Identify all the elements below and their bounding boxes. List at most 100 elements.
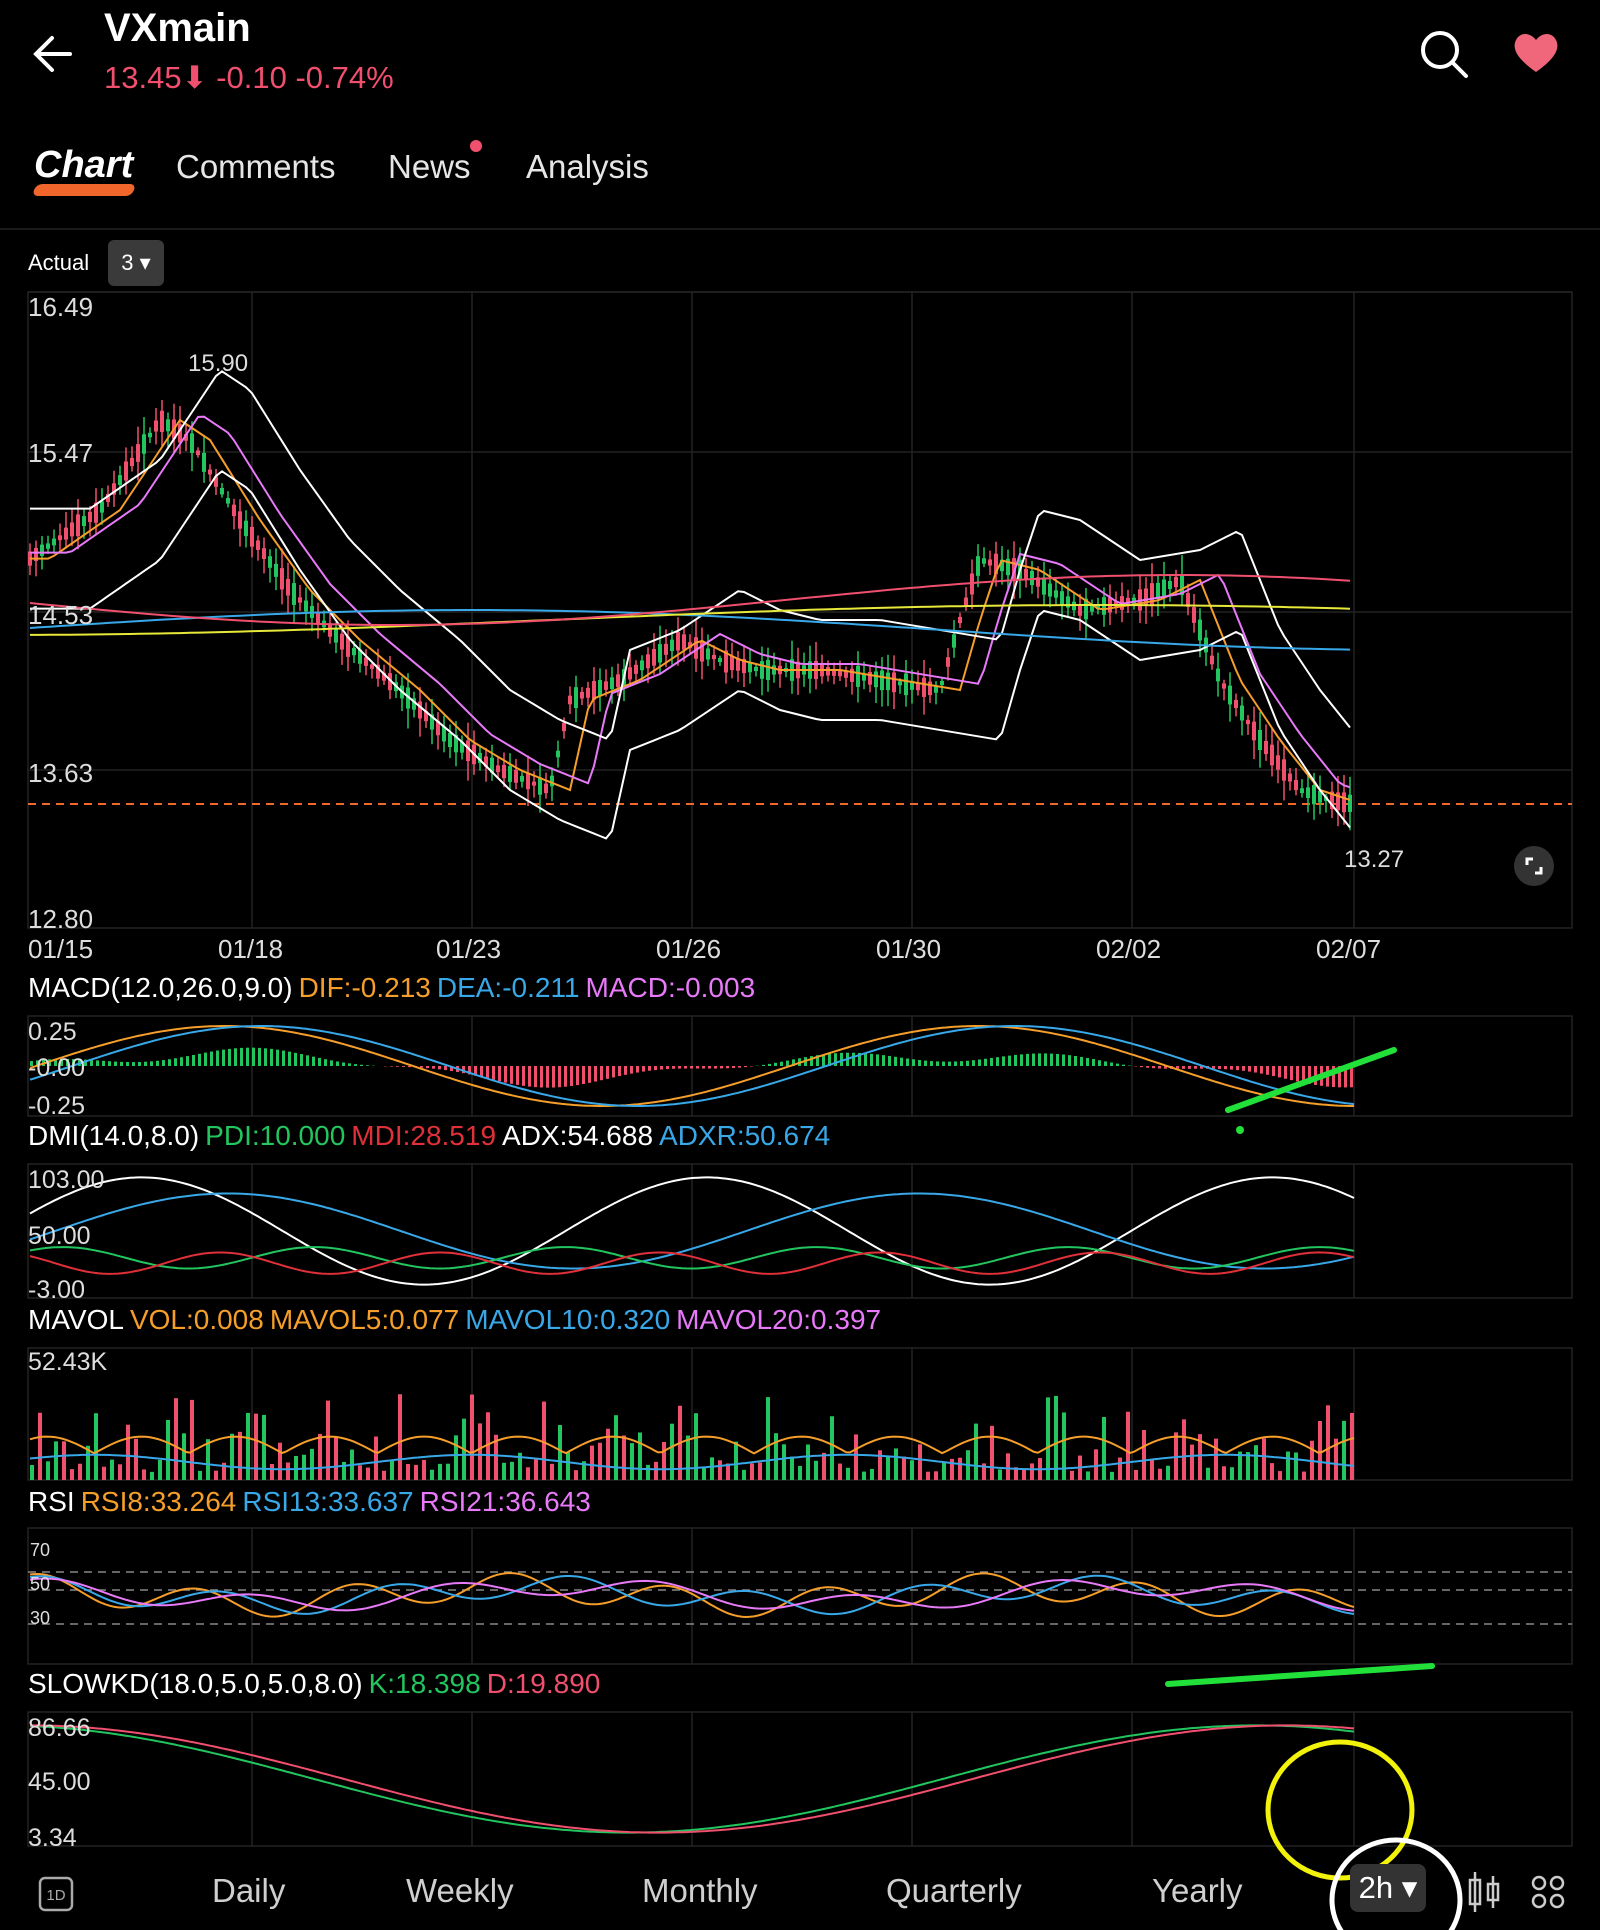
volume-bar	[382, 1470, 386, 1480]
macd-bar	[1242, 1066, 1245, 1071]
intraday-1d-icon[interactable]: 1D	[38, 1876, 74, 1912]
macd-bar	[438, 1066, 441, 1070]
candle-body	[1264, 740, 1268, 755]
volume-bar	[1158, 1468, 1162, 1480]
macd-bar	[1260, 1066, 1263, 1074]
macd-bar	[696, 1066, 699, 1069]
volume-bar	[126, 1424, 130, 1480]
candle-body	[52, 538, 56, 546]
volume-bar	[990, 1425, 994, 1480]
macd-bar	[96, 1060, 99, 1066]
macd-bar	[198, 1053, 201, 1066]
price-chart[interactable]	[28, 370, 1352, 840]
grid-menu-icon[interactable]	[1530, 1874, 1566, 1910]
volume-bar	[366, 1467, 370, 1480]
candle-body	[1288, 773, 1292, 782]
candle-body	[328, 623, 332, 637]
volume-bar	[1166, 1465, 1170, 1480]
macd-bar	[306, 1055, 309, 1066]
volume-bar	[1214, 1438, 1218, 1480]
macd-bar	[1152, 1066, 1155, 1069]
candle-body	[202, 452, 206, 472]
period-monthly[interactable]: Monthly	[642, 1872, 758, 1910]
candle-body	[670, 639, 674, 652]
macd-bar	[840, 1052, 843, 1066]
volume-bar	[270, 1463, 274, 1480]
macd-bar	[936, 1061, 939, 1066]
volume-bar	[182, 1433, 186, 1480]
slowkd-tick: 45.00	[28, 1768, 91, 1796]
macd-bar	[720, 1066, 723, 1069]
candle-body	[304, 600, 308, 612]
macd-bar	[258, 1047, 261, 1066]
macd-bar	[714, 1066, 717, 1069]
rsi-13: RSI13:33.637	[242, 1486, 414, 1517]
macd-bar	[672, 1066, 675, 1069]
macd-bar	[270, 1048, 273, 1066]
macd-bar	[288, 1051, 291, 1066]
volume-bar	[654, 1461, 658, 1480]
macd-bar	[234, 1048, 237, 1066]
low-price-label: 13.27	[1344, 846, 1405, 873]
volume-bar	[470, 1394, 474, 1480]
macd-bar	[1224, 1066, 1227, 1070]
candle-body	[898, 681, 902, 686]
period-selected-2h[interactable]: 2h ▾	[1350, 1864, 1426, 1912]
candle-body	[1216, 668, 1220, 682]
macd-bar	[624, 1066, 627, 1075]
volume-bar	[1134, 1469, 1138, 1480]
macd-bar	[360, 1064, 363, 1066]
candle-body	[1054, 590, 1058, 598]
x-tick: 01/18	[218, 934, 284, 964]
macd-bar	[744, 1066, 747, 1068]
slowkd-k: K:18.398	[368, 1668, 481, 1699]
volume-bar	[150, 1471, 154, 1480]
candle-body	[610, 677, 614, 690]
x-tick: 01/15	[28, 934, 94, 964]
candle-body	[556, 750, 560, 758]
volume-bar	[1262, 1438, 1266, 1480]
macd-bar	[732, 1066, 735, 1068]
macd-bar	[612, 1066, 615, 1078]
expand-icon	[1525, 857, 1543, 875]
mavol-title: MAVOL VOL:0.008 MAVOL5:0.077 MAVOL10:0.320 M…	[28, 1304, 887, 1336]
candle-body	[886, 672, 890, 691]
candle-style-icon[interactable]	[1466, 1870, 1502, 1914]
period-weekly[interactable]: Weekly	[406, 1872, 514, 1910]
expand-chart-button[interactable]	[1514, 846, 1554, 886]
period-quarterly[interactable]: Quarterly	[886, 1872, 1022, 1910]
volume-bar	[454, 1435, 458, 1480]
candle-body	[730, 655, 734, 671]
mavol-10: MAVOL10:0.320	[465, 1304, 671, 1335]
volume-bar	[646, 1464, 650, 1480]
macd-bar	[948, 1061, 951, 1066]
volume-bar	[622, 1435, 626, 1480]
volume-bar	[1350, 1412, 1354, 1480]
candle-body	[40, 544, 44, 556]
candle-body	[136, 444, 140, 462]
volume-bar	[798, 1465, 802, 1480]
macd-bar	[498, 1066, 501, 1082]
macd-bar	[894, 1056, 897, 1066]
period-daily[interactable]: Daily	[212, 1872, 285, 1910]
volume-bar	[502, 1462, 506, 1480]
volume-bar	[446, 1463, 450, 1480]
candle-body	[280, 568, 284, 590]
period-yearly[interactable]: Yearly	[1152, 1872, 1243, 1910]
volume-bar	[1150, 1459, 1154, 1480]
candle-body	[418, 701, 422, 719]
volume-bar	[854, 1434, 858, 1480]
macd-bar	[954, 1061, 957, 1066]
macd-bar	[210, 1051, 213, 1066]
volume-bar	[758, 1462, 762, 1480]
rsi-name: RSI	[28, 1486, 75, 1517]
candle-body	[826, 667, 830, 676]
candle-body	[940, 680, 944, 686]
volume-bar	[1254, 1445, 1258, 1480]
chart-canvas[interactable]	[0, 0, 1600, 1930]
volume-bar	[158, 1459, 162, 1480]
candle-body	[508, 766, 512, 782]
macd-bar	[600, 1066, 603, 1081]
candle-body	[64, 527, 68, 540]
candle-body	[652, 649, 656, 666]
